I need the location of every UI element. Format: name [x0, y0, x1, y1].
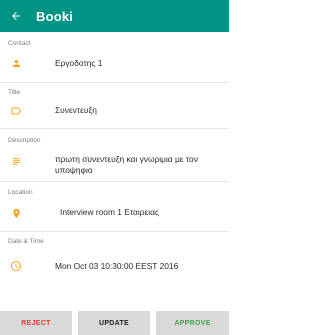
location-value[interactable]: Interview room 1 Εταιρειας	[60, 207, 219, 218]
approve-button[interactable]: APPROVE	[156, 311, 229, 335]
label-tag-icon	[9, 104, 23, 118]
contact-section: Contact Εργοδοτης 1	[0, 32, 229, 84]
datetime-section: Date & Time Mon Oct 03 10:30:00 EEST 201…	[0, 232, 229, 284]
app-bar: Booki	[0, 0, 229, 32]
location-pin-icon	[9, 206, 23, 220]
datetime-label: Date & Time	[8, 238, 44, 245]
back-button[interactable]	[0, 0, 32, 32]
description-value[interactable]: πρωτη συνεντευξη και γνωριμια με τον υπο…	[55, 154, 203, 176]
title-value[interactable]: Συνεντευξη	[55, 105, 219, 116]
contact-value[interactable]: Εργοδοτης 1	[55, 58, 219, 69]
update-button[interactable]: UPDATE	[78, 311, 150, 335]
page-title: Booki	[36, 8, 74, 24]
title-label: Title	[8, 89, 21, 96]
contact-label: Contact	[8, 40, 31, 47]
clock-icon	[9, 259, 23, 273]
notes-icon	[9, 154, 23, 168]
datetime-value[interactable]: Mon Oct 03 10:30:00 EEST 2016	[55, 261, 219, 272]
location-label: Location	[8, 189, 33, 196]
person-icon	[9, 56, 23, 70]
arrow-left-icon	[12, 12, 20, 20]
reject-button[interactable]: REJECT	[0, 311, 72, 335]
location-section: Location Interview room 1 Εταιρειας	[0, 182, 229, 234]
action-bar: REJECT UPDATE APPROVE	[0, 311, 229, 335]
description-label: Description	[8, 137, 41, 144]
